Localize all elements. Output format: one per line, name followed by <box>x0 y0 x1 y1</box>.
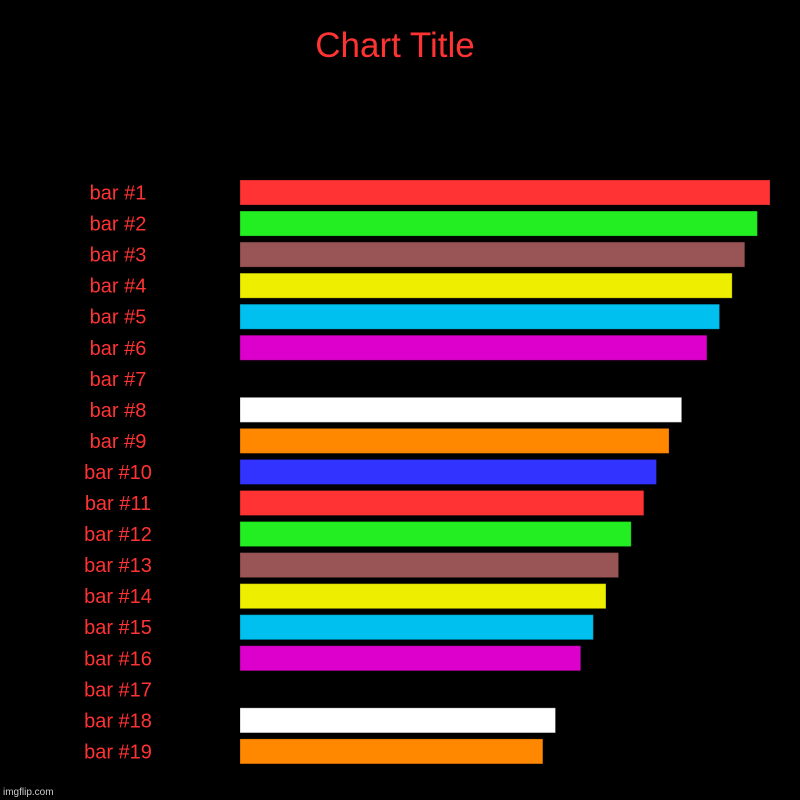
category-label: bar #9 <box>90 431 147 453</box>
bar <box>239 334 708 361</box>
category-label: bar #11 <box>85 493 151 515</box>
category-label: bar #5 <box>90 307 147 329</box>
category-label: bar #10 <box>84 462 152 484</box>
category-label: bar #14 <box>84 586 152 608</box>
bar <box>239 427 670 454</box>
category-label: bar #8 <box>90 400 147 422</box>
bar <box>239 707 556 734</box>
bar <box>239 241 746 268</box>
bar <box>239 645 582 672</box>
bar <box>239 272 733 299</box>
bar <box>239 179 771 206</box>
bar <box>239 210 758 237</box>
bar <box>239 583 607 610</box>
bar <box>239 458 657 485</box>
bar <box>239 396 683 423</box>
category-label: bar #17 <box>84 679 152 701</box>
category-label: bar #4 <box>90 276 147 298</box>
category-label: bar #7 <box>90 369 147 391</box>
bar <box>239 552 620 579</box>
bar-chart: bar #1 bar #2 bar #3 bar #4 bar #5 bar #6 bar … <box>84 179 771 765</box>
bar <box>239 738 544 765</box>
category-label: bar #13 <box>84 555 152 577</box>
category-label: bar #12 <box>84 524 152 546</box>
bars <box>239 179 771 765</box>
category-label: bar #19 <box>84 741 152 763</box>
category-label: bar #1 <box>90 183 147 205</box>
bar <box>239 521 632 548</box>
category-labels: bar #1 bar #2 bar #3 bar #4 bar #5 bar #6 bar … <box>84 183 152 764</box>
category-label: bar #2 <box>90 214 147 236</box>
category-label: bar #15 <box>84 617 152 639</box>
bar <box>239 490 645 516</box>
category-label: bar #18 <box>84 710 152 732</box>
category-label: bar #6 <box>90 338 147 360</box>
watermark: imgflip.com <box>3 787 54 798</box>
bar <box>239 303 721 330</box>
category-label: bar #16 <box>84 648 152 670</box>
category-label: bar #3 <box>90 245 147 267</box>
bar <box>239 614 594 641</box>
